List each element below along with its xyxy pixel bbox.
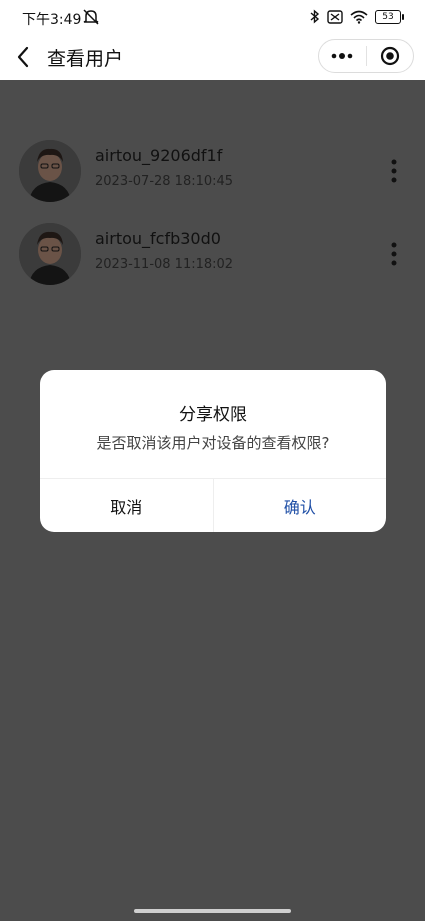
bell-off-icon [83,9,99,25]
close-button[interactable] [367,40,414,72]
status-bar: 下午3:49 53 [0,0,425,34]
dialog-message: 是否取消该用户对设备的查看权限? [96,434,330,452]
home-indicator[interactable] [134,909,291,913]
battery-icon: 53 [375,9,404,24]
dialog-buttons: 取消 确认 [40,479,386,532]
dialog-title: 分享权限 [179,405,247,425]
avatar [19,140,81,202]
user-date: 2023-11-08 11:18:02 [95,257,234,272]
more-dots-icon [331,53,353,59]
chevron-left-icon[interactable] [12,43,36,71]
more-vertical-icon[interactable] [389,241,399,267]
target-icon [380,46,399,66]
user-date: 2023-07-28 18:10:45 [95,174,234,189]
cancel-button[interactable]: 取消 [40,479,213,532]
user-name: airtou_fcfb30d0 [95,229,221,248]
more-button[interactable] [319,40,366,72]
avatar [19,223,81,285]
confirm-button[interactable]: 确认 [214,479,387,532]
bluetooth-icon [310,9,320,24]
mini-program-capsule [318,39,414,73]
user-row[interactable]: airtou_9206df1f 2023-07-28 18:10:45 [0,140,425,210]
sim-off-icon [327,9,343,24]
more-vertical-icon[interactable] [389,158,399,184]
nav-bar: 查看用户 [0,34,425,80]
page-title: 查看用户 [47,48,124,70]
status-time: 下午3:49 [22,12,82,28]
wifi-icon [350,10,368,24]
confirm-dialog: 分享权限 是否取消该用户对设备的查看权限? 取消 确认 [40,370,386,532]
user-name: airtou_9206df1f [95,146,223,165]
user-row[interactable]: airtou_fcfb30d0 2023-11-08 11:18:02 [0,223,425,293]
